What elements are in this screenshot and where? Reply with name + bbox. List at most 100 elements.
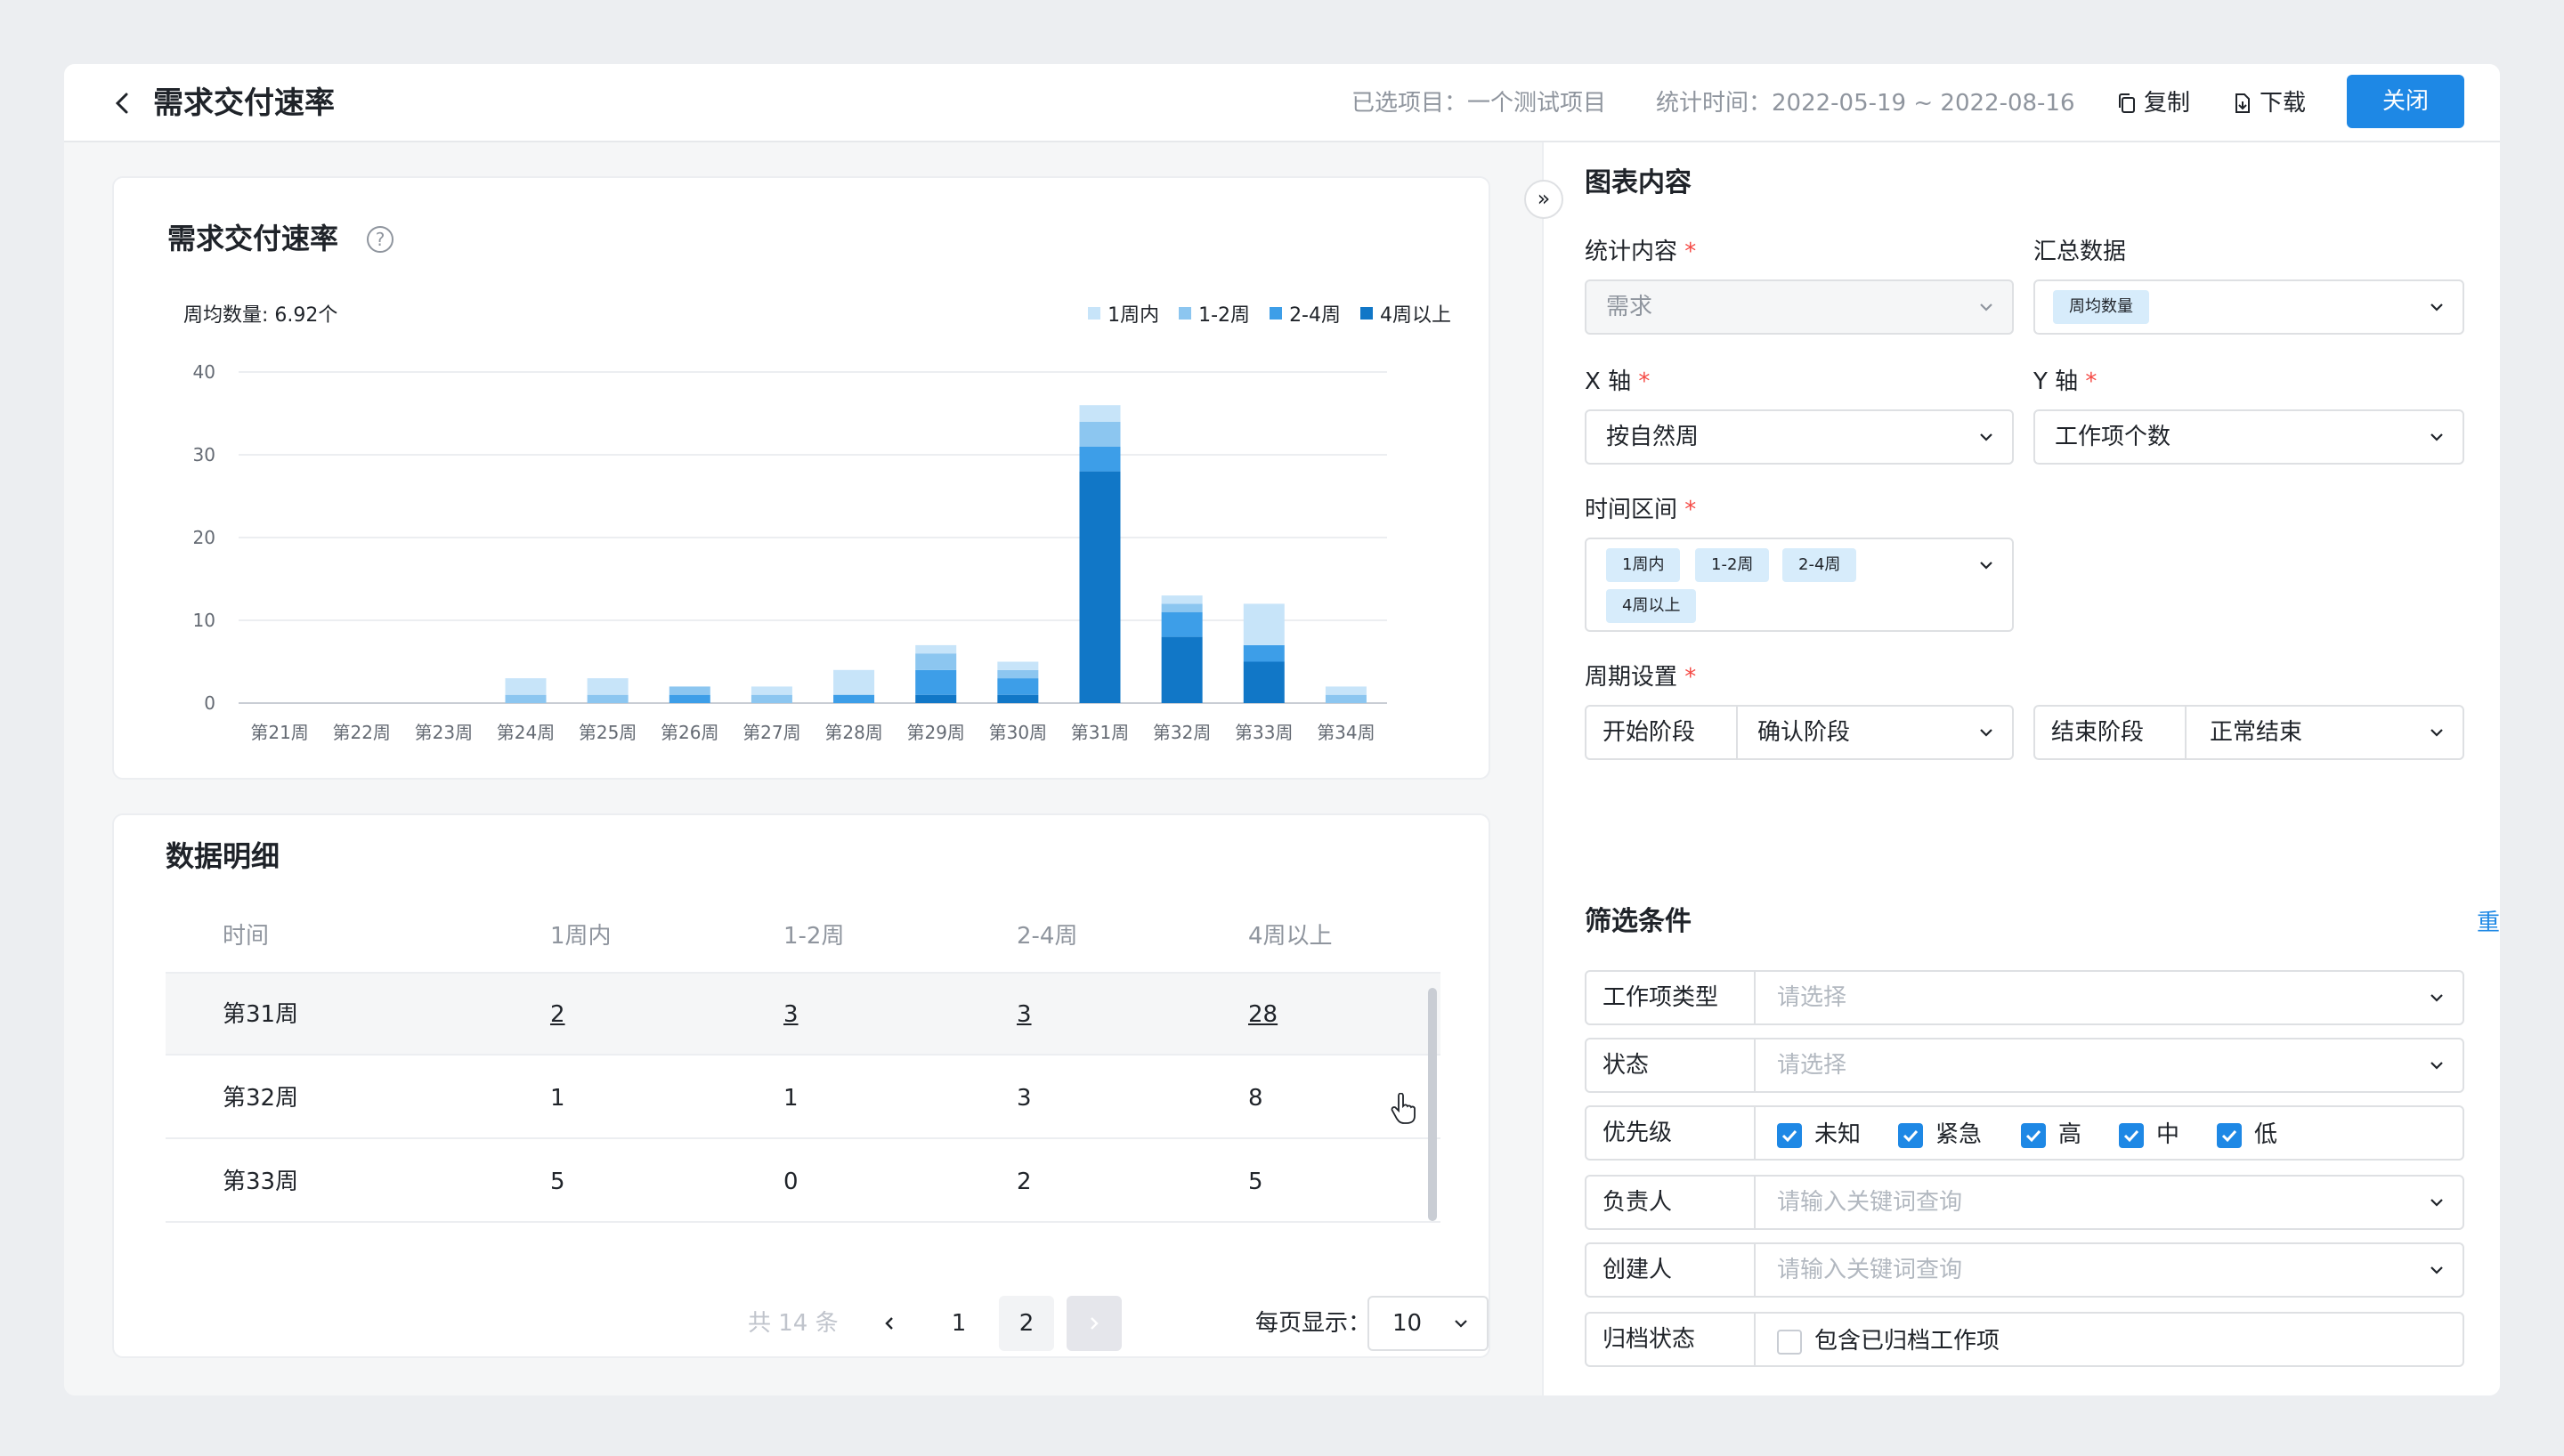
summary-data-select[interactable]: 周均数量 [2033,279,2464,335]
page-2-button[interactable]: 2 [999,1296,1054,1351]
owner-filter[interactable]: 负责人 请输入关键词查询 [1585,1175,2464,1230]
cell-link[interactable]: 28 [1248,999,1278,1031]
start-stage-select[interactable]: 开始阶段 确认阶段 [1585,705,2014,760]
stat-content-select[interactable]: 需求 [1585,279,2014,335]
summary-tag: 周均数量 [2053,290,2149,324]
range-tag: 1周内 [1606,548,1681,582]
collapse-panel-icon[interactable]: » [1524,180,1563,219]
bar-segment [997,678,1039,695]
bar-segment [1325,694,1367,703]
download-button[interactable]: 下载 [2233,87,2306,119]
work-item-type-filter[interactable]: 工作项类型 请选择 [1585,970,2464,1025]
y-tick-label: 10 [193,610,215,631]
table-row[interactable]: 第32周 1 1 3 8 [166,1057,1440,1139]
bar-segment [1161,611,1203,637]
chevron-down-icon [1455,1320,1467,1328]
bar-segment [1243,603,1285,645]
x-tick-label: 第21周 [250,722,308,743]
checkbox-checked[interactable] [1898,1123,1923,1148]
chevron-down-icon [2430,303,2443,311]
cell-value: 5 [550,1169,565,1195]
bar-segment [751,694,792,703]
cycle-settings-label-text: 周期设置 [1585,664,1678,691]
bar-segment [915,653,957,670]
cycle-settings-label: 周期设置 * [1585,662,1696,692]
filter-key: 创建人 [1586,1244,1756,1296]
filter-placeholder: 请选择 [1777,1052,1847,1079]
bar-segment [1079,405,1121,422]
close-button[interactable]: 关闭 [2347,75,2464,128]
copy-icon [2119,93,2135,113]
cell-value: 3 [1017,1085,1032,1112]
stat-content-value: 需求 [1606,294,1653,320]
header-bar: 需求交付速率 已选项目：一个测试项目 统计时间：2022-05-19 ~ 202… [64,64,2500,142]
x-tick-label: 第34周 [1317,722,1375,743]
chevron-down-icon [1980,562,1992,570]
bar-segment [587,694,629,703]
config-panel: » 图表内容 统计内容 * 需求 汇总数据 周均数量 X 轴 * 按自然周 Y … [1524,142,2500,1395]
chevron-down-icon [1980,729,1992,737]
cell-link[interactable]: 2 [550,999,565,1031]
report-window: 需求交付速率 已选项目：一个测试项目 统计时间：2022-05-19 ~ 202… [64,64,2500,1395]
summary-data-label: 汇总数据 [2033,239,2127,265]
archive-filter: 归档状态 包含已归档工作项 [1585,1312,2464,1367]
chevron-down-icon [2430,994,2443,1002]
y-axis-value: 工作项个数 [2055,424,2171,450]
filter-title: 筛选条件 [1585,906,1692,937]
table-row[interactable]: 第31周 2 3 3 28 [166,974,1440,1056]
checkbox-label: 中 [2156,1121,2180,1148]
required-mark: * [1638,368,1651,395]
start-stage-value: 确认阶段 [1757,719,1851,746]
x-axis-value: 按自然周 [1606,424,1700,450]
range-tag: 4周以上 [1606,589,1697,623]
filter-placeholder: 请选择 [1777,984,1847,1011]
next-page-button[interactable] [1067,1296,1122,1351]
cell-week: 第31周 [223,1001,299,1028]
end-stage-select[interactable]: 结束阶段 正常结束 [2033,705,2464,760]
bar-segment [915,669,957,695]
x-axis-select[interactable]: 按自然周 [1585,409,2014,465]
back-arrow-icon[interactable] [109,89,137,117]
checkbox-checked[interactable] [2119,1123,2144,1148]
bar-segment [997,661,1039,670]
y-tick-label: 0 [204,692,215,714]
per-page-select[interactable]: 10 [1367,1296,1489,1351]
required-mark: * [2085,368,2097,395]
checkbox-label: 包含已归档工作项 [1814,1328,2000,1355]
reset-filters-link[interactable]: 重置条件 [2477,908,2500,938]
table-scrollbar[interactable] [1428,988,1437,1221]
column-header: 4周以上 [1248,923,1333,950]
creator-filter[interactable]: 创建人 请输入关键词查询 [1585,1242,2464,1298]
page-1-button[interactable]: 1 [931,1296,986,1351]
copy-label: 复制 [2144,90,2191,117]
stat-period: 统计时间：2022-05-19 ~ 2022-08-16 [1656,90,2075,117]
hand-cursor-icon [1391,1093,1416,1124]
status-filter[interactable]: 状态 请选择 [1585,1038,2464,1093]
x-tick-label: 第29周 [906,722,964,743]
bar-segment [751,686,792,695]
chevron-down-icon [2430,1266,2443,1274]
chevron-down-icon [2430,1199,2443,1207]
y-axis-select[interactable]: 工作项个数 [2033,409,2464,465]
download-label: 下载 [2260,90,2307,117]
cell-link[interactable]: 3 [783,999,799,1031]
checkbox-checked[interactable] [2217,1123,2242,1148]
table-row[interactable]: 第33周 5 0 2 5 [166,1141,1440,1223]
copy-button[interactable]: 复制 [2117,87,2190,119]
checkbox-unchecked[interactable] [1777,1330,1802,1355]
stat-content-label-text: 统计内容 [1585,239,1678,265]
bar-segment [915,694,957,703]
total-count: 共 14 条 [748,1310,839,1337]
x-axis-label: X 轴 * [1585,367,1650,397]
checkbox-checked[interactable] [2021,1123,2046,1148]
prev-page-icon[interactable] [881,1315,897,1331]
cell-value: 1 [550,1085,565,1112]
x-tick-label: 第22周 [332,722,390,743]
checkbox-label: 紧急 [1935,1121,1983,1148]
checkbox-checked[interactable] [1777,1123,1802,1148]
cell-link[interactable]: 3 [1017,999,1032,1031]
time-range-select[interactable]: 1周内 1-2周 2-4周 4周以上 [1585,538,2014,632]
x-tick-label: 第31周 [1071,722,1129,743]
bar-segment [915,644,957,654]
end-stage-value: 正常结束 [2210,719,2303,746]
